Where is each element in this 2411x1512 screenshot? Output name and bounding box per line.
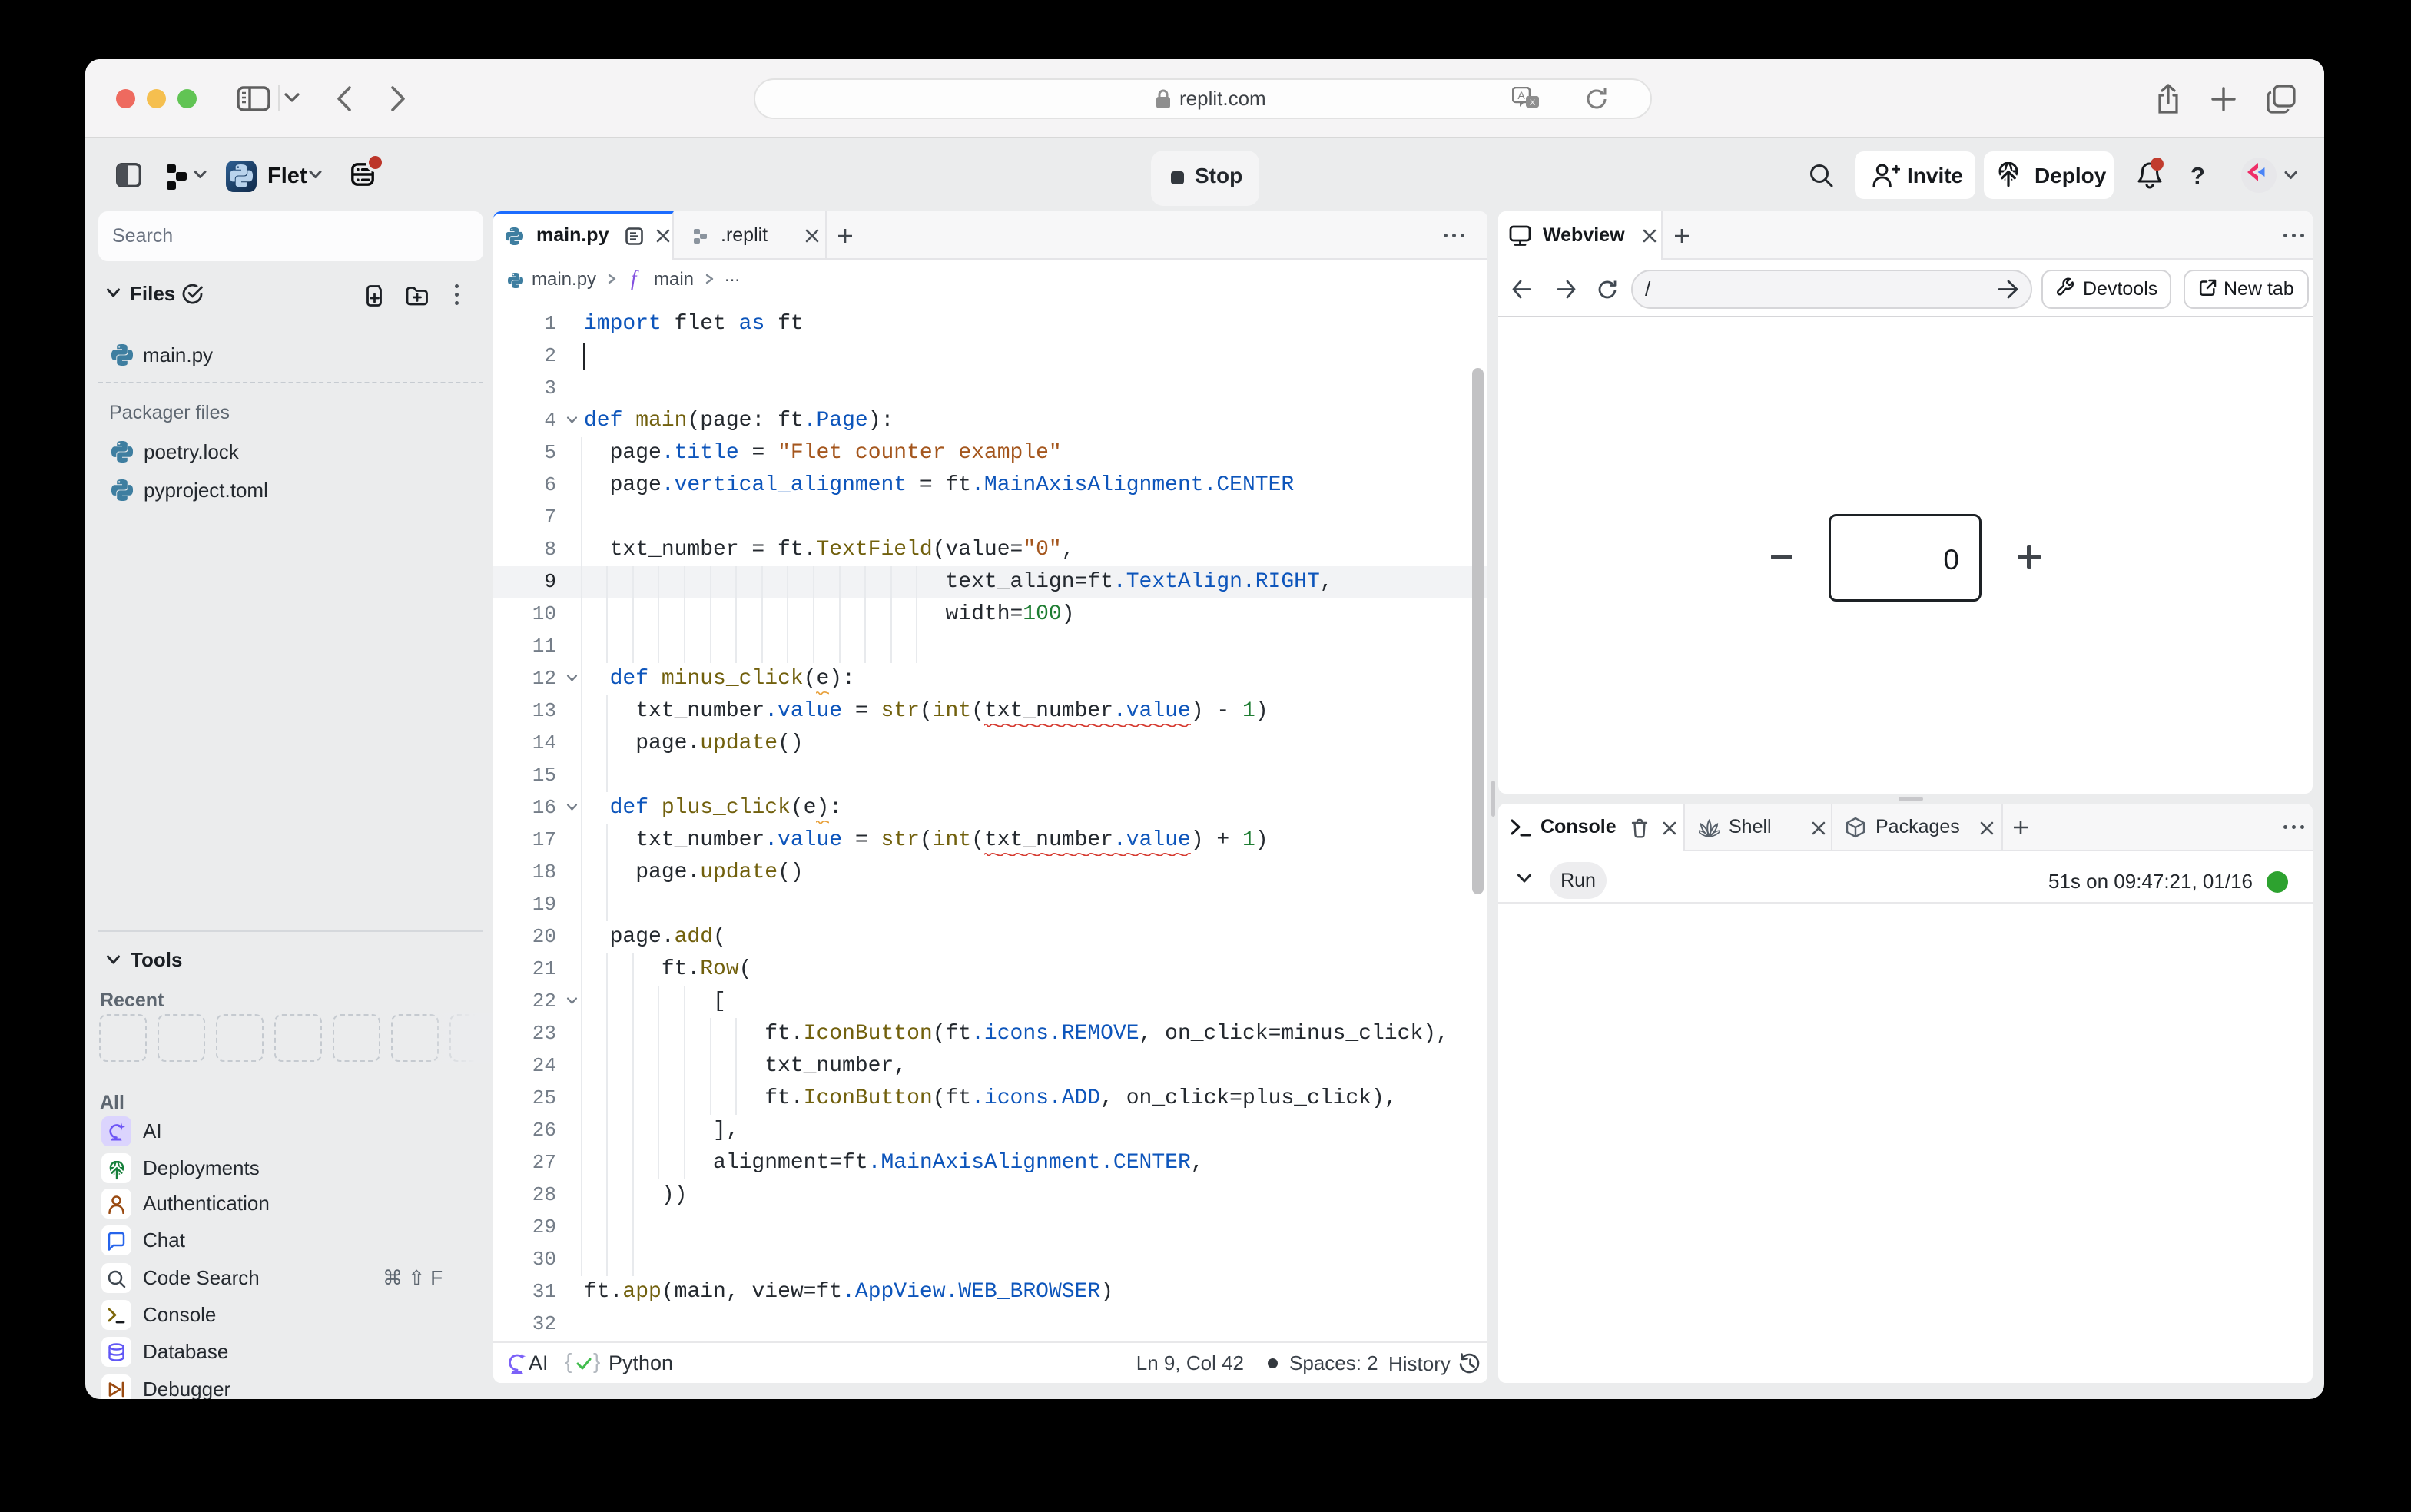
svg-text:X: X bbox=[1530, 98, 1536, 108]
svg-text:A: A bbox=[1517, 89, 1525, 101]
